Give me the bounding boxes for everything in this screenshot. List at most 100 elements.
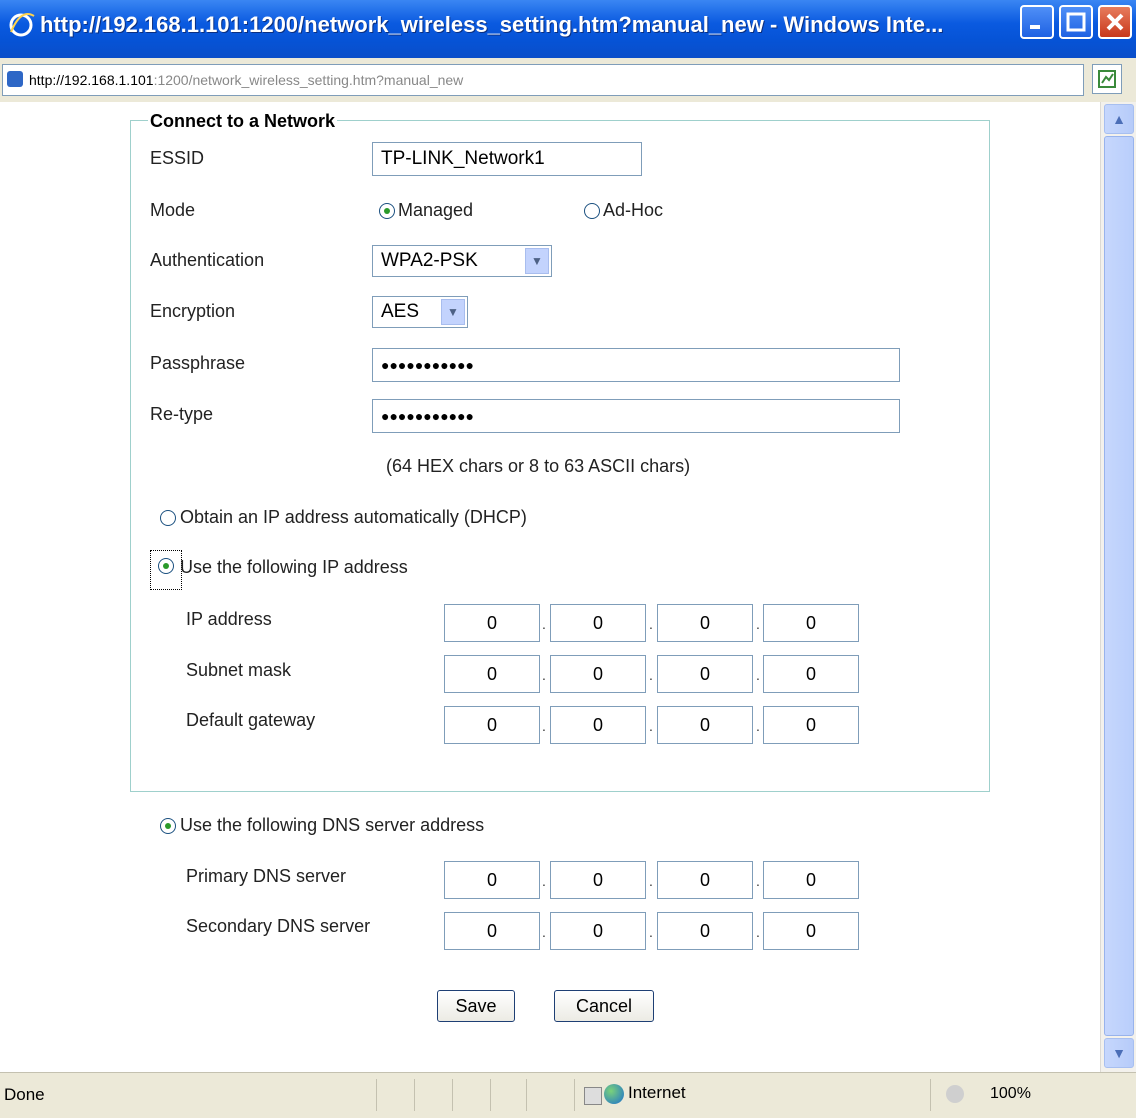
authentication-label: Authentication <box>150 250 265 270</box>
ip-octet-4[interactable]: 0 <box>763 604 859 642</box>
passphrase-input[interactable]: ●●●●●●●●●●● <box>372 348 900 382</box>
feed-icon[interactable] <box>1092 64 1122 94</box>
save-button[interactable]: Save <box>437 990 515 1022</box>
ip-octet-2[interactable]: 0 <box>550 604 646 642</box>
page-icon <box>7 71 23 87</box>
fieldset-legend: Connect to a Network <box>148 111 338 132</box>
dhcp-radio[interactable] <box>160 510 176 526</box>
authentication-value: WPA2-PSK <box>381 250 478 271</box>
close-icon <box>1106 13 1124 31</box>
mode-label: Mode <box>150 200 196 220</box>
subnet-octet-3[interactable]: 0 <box>657 655 753 693</box>
gateway-octet-4[interactable]: 0 <box>763 706 859 744</box>
scroll-thumb[interactable] <box>1104 136 1134 1036</box>
essid-label: ESSID <box>150 148 205 168</box>
octet-separator: . <box>756 718 760 734</box>
status-divider <box>574 1079 575 1111</box>
chevron-down-icon: ▼ <box>441 299 465 325</box>
window-title: http://192.168.1.101:1200/network_wirele… <box>40 12 944 37</box>
primary-dns-octet-4[interactable]: 0 <box>763 861 859 899</box>
popup-blocked-icon[interactable] <box>584 1087 602 1105</box>
window-titlebar: http://192.168.1.101:1200/network_wirele… <box>0 0 1136 59</box>
mode-managed-radio[interactable] <box>379 203 395 219</box>
ie-logo-icon <box>9 13 35 37</box>
protected-mode-icon[interactable] <box>946 1085 964 1103</box>
address-bar: http://192.168.1.101:1200/network_wirele… <box>0 58 1136 103</box>
cancel-button[interactable]: Cancel <box>554 990 654 1022</box>
primary-dns-octet-1[interactable]: 0 <box>444 861 540 899</box>
dhcp-label: Obtain an IP address automatically (DHCP… <box>180 507 527 527</box>
passphrase-label: Passphrase <box>150 353 246 373</box>
octet-separator: . <box>756 924 760 940</box>
close-button[interactable] <box>1098 5 1132 39</box>
vertical-scrollbar[interactable]: ▲ ▼ <box>1100 102 1136 1072</box>
gateway-octet-2[interactable]: 0 <box>550 706 646 744</box>
octet-separator: . <box>649 718 653 734</box>
primary-dns-octet-3[interactable]: 0 <box>657 861 753 899</box>
octet-separator: . <box>649 667 653 683</box>
passphrase-hint: (64 HEX chars or 8 to 63 ASCII chars) <box>386 456 691 476</box>
subnet-octet-1[interactable]: 0 <box>444 655 540 693</box>
status-divider <box>930 1079 931 1111</box>
octet-separator: . <box>542 667 546 683</box>
secondary-dns-label: Secondary DNS server <box>186 916 371 936</box>
gateway-octet-1[interactable]: 0 <box>444 706 540 744</box>
essid-input[interactable]: TP-LINK_Network1 <box>372 142 642 176</box>
mode-managed-label: Managed <box>398 200 474 220</box>
status-bar: Done Internet 100% <box>0 1072 1136 1118</box>
retype-label: Re-type <box>150 404 214 424</box>
status-divider <box>376 1079 377 1111</box>
mode-adhoc-radio[interactable] <box>584 203 600 219</box>
status-text: Done <box>4 1085 45 1104</box>
ip-octet-1[interactable]: 0 <box>444 604 540 642</box>
status-divider <box>452 1079 453 1111</box>
octet-separator: . <box>542 924 546 940</box>
page-content: Connect to a Network ESSID TP-LINK_Netwo… <box>0 102 1100 1072</box>
default-gateway-label: Default gateway <box>186 710 316 730</box>
octet-separator: . <box>649 924 653 940</box>
scroll-down-icon[interactable]: ▼ <box>1104 1038 1134 1068</box>
ip-octet-3[interactable]: 0 <box>657 604 753 642</box>
static-ip-label: Use the following IP address <box>180 557 408 577</box>
retype-input[interactable]: ●●●●●●●●●●● <box>372 399 900 433</box>
maximize-button[interactable] <box>1059 5 1093 39</box>
mode-adhoc-label: Ad-Hoc <box>603 200 664 220</box>
subnet-octet-4[interactable]: 0 <box>763 655 859 693</box>
octet-separator: . <box>542 718 546 734</box>
authentication-select[interactable]: WPA2-PSK ▼ <box>372 245 552 277</box>
internet-zone-icon <box>604 1084 624 1104</box>
octet-separator: . <box>756 616 760 632</box>
address-url: http://192.168.1.101:1200/network_wirele… <box>29 72 464 88</box>
maximize-icon <box>1066 12 1086 32</box>
octet-separator: . <box>649 616 653 632</box>
security-zone: Internet <box>628 1083 686 1102</box>
octet-separator: . <box>649 873 653 889</box>
status-divider <box>526 1079 527 1111</box>
primary-dns-octet-2[interactable]: 0 <box>550 861 646 899</box>
encryption-value: AES <box>381 301 420 322</box>
secondary-dns-octet-4[interactable]: 0 <box>763 912 859 950</box>
octet-separator: . <box>542 616 546 632</box>
gateway-octet-3[interactable]: 0 <box>657 706 753 744</box>
dns-static-label: Use the following DNS server address <box>180 815 485 835</box>
status-divider <box>414 1079 415 1111</box>
status-divider <box>490 1079 491 1111</box>
address-field[interactable]: http://192.168.1.101:1200/network_wirele… <box>2 64 1084 96</box>
static-ip-radio[interactable] <box>158 558 174 574</box>
minimize-button[interactable] <box>1020 5 1054 39</box>
ip-address-label: IP address <box>186 609 272 629</box>
secondary-dns-octet-2[interactable]: 0 <box>550 912 646 950</box>
feed-glyph-icon <box>1098 70 1116 88</box>
subnet-octet-2[interactable]: 0 <box>550 655 646 693</box>
encryption-select[interactable]: AES ▼ <box>372 296 468 328</box>
subnet-mask-label: Subnet mask <box>186 660 292 680</box>
secondary-dns-octet-1[interactable]: 0 <box>444 912 540 950</box>
scroll-up-icon[interactable]: ▲ <box>1104 104 1134 134</box>
secondary-dns-octet-3[interactable]: 0 <box>657 912 753 950</box>
dns-static-radio[interactable] <box>160 818 176 834</box>
encryption-label: Encryption <box>150 301 236 321</box>
zoom-level[interactable]: 100% <box>990 1085 1031 1103</box>
minimize-icon <box>1030 25 1040 29</box>
primary-dns-label: Primary DNS server <box>186 866 347 886</box>
octet-separator: . <box>756 873 760 889</box>
